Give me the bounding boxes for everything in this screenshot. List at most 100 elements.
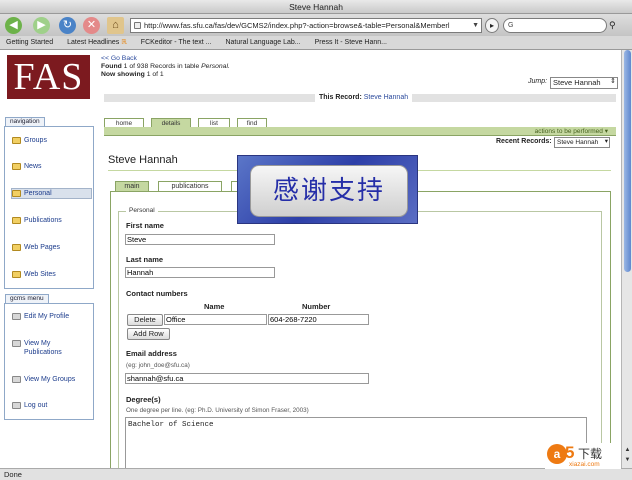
window-title: Steve Hannah xyxy=(0,0,632,14)
contact-name-field[interactable] xyxy=(164,314,267,325)
url-dropdown-icon[interactable]: ▼ xyxy=(472,19,479,32)
go-icon[interactable]: ▸ xyxy=(485,18,499,33)
degree-hint: One degree per line. (eg: Ph.D. Universi… xyxy=(126,407,309,414)
gcms-menu-panel: Edit My Profile View My Publications View… xyxy=(4,303,94,420)
email-label: Email address xyxy=(126,349,177,358)
watermark-text: 下载 xyxy=(578,447,603,461)
jump-select[interactable]: Steve Hannah ⇕ xyxy=(550,77,618,89)
this-record-link[interactable]: Steve Hannah xyxy=(364,94,408,101)
back-arrow-icon[interactable]: ◀ xyxy=(5,17,22,34)
contact-number-header: Number xyxy=(302,302,331,311)
browser-window: Steve Hannah ◀ ▶ ↻ ✕ ⌂ http://www.fas.sf… xyxy=(0,0,632,480)
last-name-field[interactable] xyxy=(125,267,275,278)
folder-icon xyxy=(12,244,21,251)
bookmark-press-it[interactable]: Press It - Steve Hann... xyxy=(315,39,387,46)
logout-icon xyxy=(12,402,21,409)
navigation-title: navigation xyxy=(5,117,45,126)
first-name-label: First name xyxy=(126,221,164,230)
email-field[interactable] xyxy=(125,373,369,384)
folder-icon xyxy=(12,271,21,278)
bookmark-nll[interactable]: Natural Language Lab... xyxy=(225,39,300,46)
watermark-logo: a 5 下载 xiazai.com xyxy=(545,443,621,469)
forward-arrow-icon[interactable]: ▶ xyxy=(33,17,50,34)
bookmark-getting-started[interactable]: Getting Started xyxy=(6,39,53,46)
found-label: Found xyxy=(101,63,122,70)
bookmark-latest-headlines[interactable]: Latest Headlines xyxy=(67,39,119,46)
document-icon xyxy=(12,376,21,383)
favicon-icon xyxy=(134,22,141,29)
sidebar-item-label: Web Pages xyxy=(24,244,61,251)
record-info: << Go Back Found 1 of 938 Records in tab… xyxy=(101,55,230,79)
last-name-label: Last name xyxy=(126,255,164,264)
contact-name-header: Name xyxy=(204,302,225,311)
actions-label: actions to be performed xyxy=(534,128,603,135)
chevron-down-icon: ▾ xyxy=(604,138,608,145)
degree-label: Degree(s) xyxy=(126,395,161,404)
sidebar-item-label: Personal xyxy=(24,190,52,197)
bookmark-fckeditor[interactable]: FCKeditor - The text ... xyxy=(141,39,212,46)
watermark-domain: xiazai.com xyxy=(569,461,600,468)
status-bar: Done xyxy=(0,468,632,480)
fieldset-legend: Personal xyxy=(126,207,158,215)
page-title: Steve Hannah xyxy=(108,154,178,166)
thanks-banner: 感谢支持 xyxy=(237,155,418,224)
contact-number-field[interactable] xyxy=(268,314,369,325)
first-name-field[interactable] xyxy=(125,234,275,245)
gcms-menu-title: gcms menu xyxy=(5,294,49,303)
recent-records-select[interactable]: Steve Hannah ▾ xyxy=(554,137,610,148)
showing-label: Now showing xyxy=(101,71,145,78)
navigation-panel: Groups News Personal Publications Web Pa… xyxy=(4,126,94,289)
thanks-text: 感谢支持 xyxy=(250,165,408,217)
menu-item-label: View My xyxy=(24,340,51,347)
fas-logo: FAS xyxy=(7,55,90,99)
watermark-digit: 5 xyxy=(565,443,575,462)
sidebar-item-label: Groups xyxy=(24,137,47,144)
recent-records-value: Steve Hannah xyxy=(557,139,599,146)
this-record-label: This Record: xyxy=(319,94,362,101)
status-text: Done xyxy=(4,470,22,479)
folder-icon xyxy=(12,137,21,144)
menu-item-label: View My Groups xyxy=(24,376,76,383)
edit-icon xyxy=(12,313,21,320)
url-text: http://www.fas.sfu.ca/fas/dev/GCMS2/inde… xyxy=(144,21,450,30)
jump-label: Jump: xyxy=(528,78,548,85)
home-icon[interactable]: ⌂ xyxy=(107,17,124,34)
page-content: FAS << Go Back Found 1 of 938 Records in… xyxy=(0,50,621,468)
showing-text: 1 of 1 xyxy=(146,71,164,78)
sidebar-item-label: Web Sites xyxy=(24,271,56,278)
actions-menu[interactable]: actions to be performed ▾ xyxy=(535,127,608,136)
url-field[interactable]: http://www.fas.sfu.ca/fas/dev/GCMS2/inde… xyxy=(130,18,482,33)
jump-value: Steve Hannah xyxy=(553,78,601,87)
scrollbar-thumb[interactable] xyxy=(624,50,631,272)
watermark-letter: a xyxy=(547,444,567,464)
folder-icon xyxy=(12,163,21,170)
found-table: Personal. xyxy=(201,63,230,70)
bookmarks-bar: Getting Started Latest Headlines ℝ FCKedito… xyxy=(0,36,632,50)
scroll-up-icon[interactable]: ▲ xyxy=(623,447,632,456)
navigation-toolbar: ◀ ▶ ↻ ✕ ⌂ http://www.fas.sfu.ca/fas/dev/… xyxy=(0,14,632,36)
menu-item-label: Edit My Profile xyxy=(24,313,70,320)
found-text: 1 of 938 Records in table xyxy=(123,63,200,70)
search-magnifier-icon[interactable]: ⚲ xyxy=(609,20,616,31)
document-icon xyxy=(12,340,21,347)
search-field[interactable]: G xyxy=(503,18,607,33)
actions-bar: actions to be performed ▾ xyxy=(104,127,616,136)
chevron-down-icon: ⇕ xyxy=(610,78,616,85)
scroll-down-icon[interactable]: ▼ xyxy=(623,457,632,466)
go-back-link[interactable]: << Go Back xyxy=(101,55,137,62)
vertical-scrollbar[interactable]: ▲ ▼ xyxy=(621,50,632,468)
folder-icon xyxy=(12,217,21,224)
rss-icon: ℝ xyxy=(121,39,127,46)
folder-icon xyxy=(12,190,21,197)
degree-textarea[interactable]: Bachelor of Science xyxy=(125,417,587,468)
add-row-button[interactable]: Add Row xyxy=(127,328,170,340)
recent-records-label: Recent Records: xyxy=(496,138,552,145)
reload-icon[interactable]: ↻ xyxy=(59,17,76,34)
stop-icon[interactable]: ✕ xyxy=(83,17,100,34)
sidebar-item-label: News xyxy=(24,163,42,170)
contact-numbers-label: Contact numbers xyxy=(126,289,188,298)
delete-row-button[interactable]: Delete xyxy=(127,314,163,326)
email-hint: (eg: john_doe@sfu.ca) xyxy=(126,362,190,369)
menu-item-label: Publications xyxy=(24,349,62,356)
chevron-down-icon: ▾ xyxy=(604,128,608,135)
